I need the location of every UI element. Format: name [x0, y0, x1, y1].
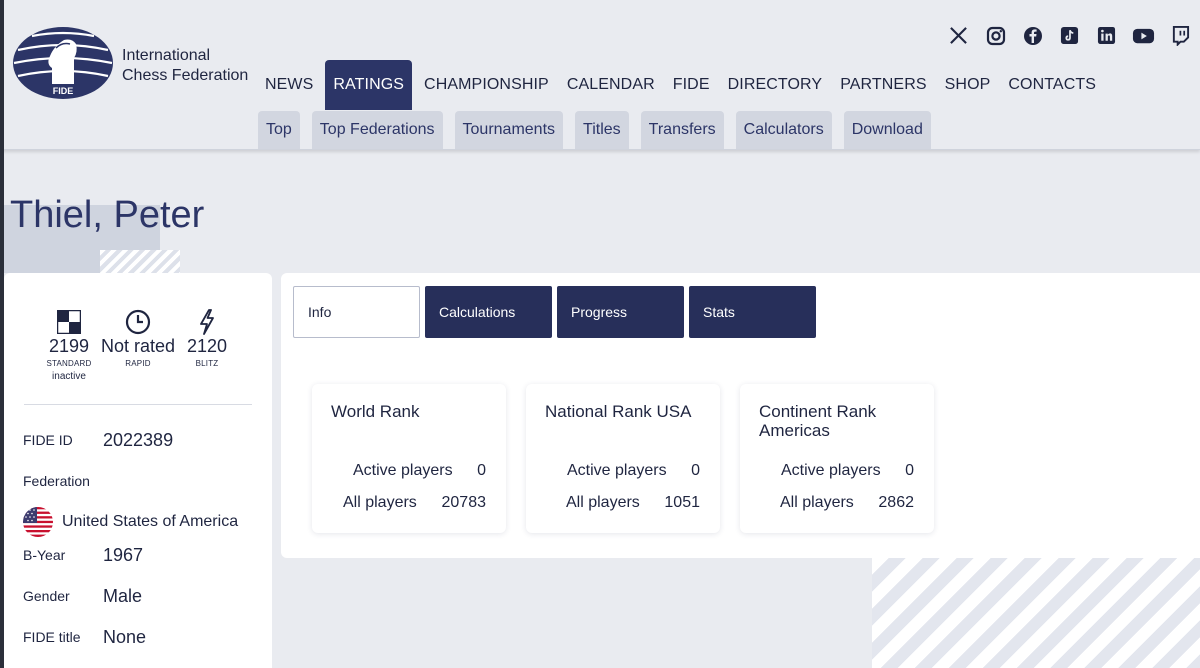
rank-card-title: National Rank USA [545, 402, 692, 421]
usa-flag-icon [23, 507, 53, 537]
active-players-value: 0 [691, 462, 700, 479]
org-name[interactable]: International Chess Federation [122, 46, 248, 86]
nav-shop[interactable]: SHOP [936, 60, 1000, 110]
window-edge [0, 0, 4, 668]
federation-value[interactable]: United States of America [62, 513, 238, 531]
tab-stats[interactable]: Stats [689, 286, 816, 338]
federation-row: United States of America [23, 507, 238, 537]
standard-rating-label: STANDARD [46, 359, 92, 368]
active-players-value: 0 [477, 462, 486, 479]
national-rank-card: National Rank USA Active players 0 All p… [526, 384, 720, 533]
fide-title-label: FIDE title [23, 629, 81, 645]
fide-id-value: 2022389 [103, 430, 174, 450]
fide-id-label: FIDE ID [23, 432, 73, 448]
linkedin-icon[interactable] [1095, 24, 1118, 47]
byear-label: B-Year [23, 547, 66, 563]
decorative-stripes [100, 250, 180, 273]
all-players-value: 1051 [664, 494, 700, 511]
twitch-icon[interactable] [1169, 24, 1192, 47]
fide-title-value: None [103, 627, 147, 647]
player-details-panel: Info Calculations Progress Stats World R… [281, 273, 1200, 558]
all-players-label: All players [566, 494, 640, 511]
decorative-stripes-large [872, 558, 1200, 668]
rapid-rating-value: Not rated [100, 336, 176, 356]
nav-news[interactable]: NEWS [256, 60, 322, 110]
instagram-icon[interactable] [984, 24, 1007, 47]
rank-card-title: Continent Rank Americas [759, 402, 877, 440]
rating-standard: 2199 STANDARD inactive [46, 309, 92, 382]
subnav-top-federations[interactable]: Top Federations [311, 111, 443, 149]
org-name-line2: Chess Federation [122, 67, 249, 84]
logo-fide-text: FIDE [53, 86, 74, 96]
player-name: Thiel, Peter [10, 194, 205, 236]
lightning-icon [184, 309, 230, 335]
active-players-value: 0 [905, 462, 914, 479]
blitz-rating-label: BLITZ [195, 359, 219, 368]
ratings-divider [24, 404, 252, 405]
active-players-label: Active players [567, 462, 667, 479]
standard-rating-status: inactive [52, 371, 86, 382]
ratings-summary: 2199 STANDARD inactive Not rated RAPID 2… [4, 309, 272, 389]
org-name-line1: International [122, 47, 211, 64]
main-nav: NEWS RATINGS CHAMPIONSHIP CALENDAR FIDE … [256, 60, 1105, 110]
active-players-label: Active players [353, 462, 453, 479]
subnav-titles[interactable]: Titles [575, 111, 629, 149]
byear-value: 1967 [103, 545, 144, 565]
tab-calculations[interactable]: Calculations [425, 286, 552, 338]
youtube-icon[interactable] [1132, 24, 1155, 47]
subnav-calculators[interactable]: Calculators [735, 111, 832, 149]
all-players-value: 2862 [878, 494, 914, 511]
site-header: FIDE International Chess Federation NEWS… [0, 0, 1200, 150]
standard-rating-value: 2199 [48, 336, 90, 356]
nav-contacts[interactable]: CONTACTS [999, 60, 1105, 110]
blitz-rating-value: 2120 [186, 336, 228, 356]
social-links [947, 24, 1192, 47]
facebook-icon[interactable] [1021, 24, 1044, 47]
gender-value: Male [103, 586, 143, 606]
ratings-subnav: Top Top Federations Tournaments Titles T… [258, 111, 931, 149]
gender-label: Gender [23, 588, 70, 604]
x-icon[interactable] [947, 24, 970, 47]
federation-label: Federation [23, 473, 90, 489]
fide-logo[interactable]: FIDE [12, 26, 114, 100]
nav-championship[interactable]: CHAMPIONSHIP [415, 60, 558, 110]
nav-calendar[interactable]: CALENDAR [558, 60, 664, 110]
nav-directory[interactable]: DIRECTORY [719, 60, 832, 110]
details-tabs: Info Calculations Progress Stats [293, 286, 816, 338]
all-players-value: 20783 [441, 494, 487, 511]
nav-fide[interactable]: FIDE [664, 60, 719, 110]
subnav-top[interactable]: Top [258, 111, 300, 149]
rating-rapid: Not rated RAPID [100, 309, 176, 368]
world-rank-card: World Rank Active players 0 All players … [312, 384, 506, 533]
all-players-label: All players [343, 494, 417, 511]
rapid-rating-label: RAPID [125, 359, 151, 368]
active-players-label: Active players [781, 462, 881, 479]
continent-rank-card: Continent Rank Americas Active players 0… [740, 384, 934, 533]
rating-blitz: 2120 BLITZ [184, 309, 230, 368]
rank-card-title: World Rank [331, 402, 420, 421]
chessboard-icon [46, 309, 92, 335]
all-players-label: All players [780, 494, 854, 511]
clock-icon [100, 309, 176, 335]
nav-partners[interactable]: PARTNERS [831, 60, 935, 110]
tab-info[interactable]: Info [293, 286, 420, 338]
subnav-tournaments[interactable]: Tournaments [454, 111, 564, 149]
subnav-download[interactable]: Download [843, 111, 931, 149]
tiktok-icon[interactable] [1058, 24, 1081, 47]
nav-ratings[interactable]: RATINGS [325, 60, 413, 110]
tab-progress[interactable]: Progress [557, 286, 684, 338]
player-profile-card: 2199 STANDARD inactive Not rated RAPID 2… [4, 273, 272, 668]
subnav-transfers[interactable]: Transfers [640, 111, 724, 149]
